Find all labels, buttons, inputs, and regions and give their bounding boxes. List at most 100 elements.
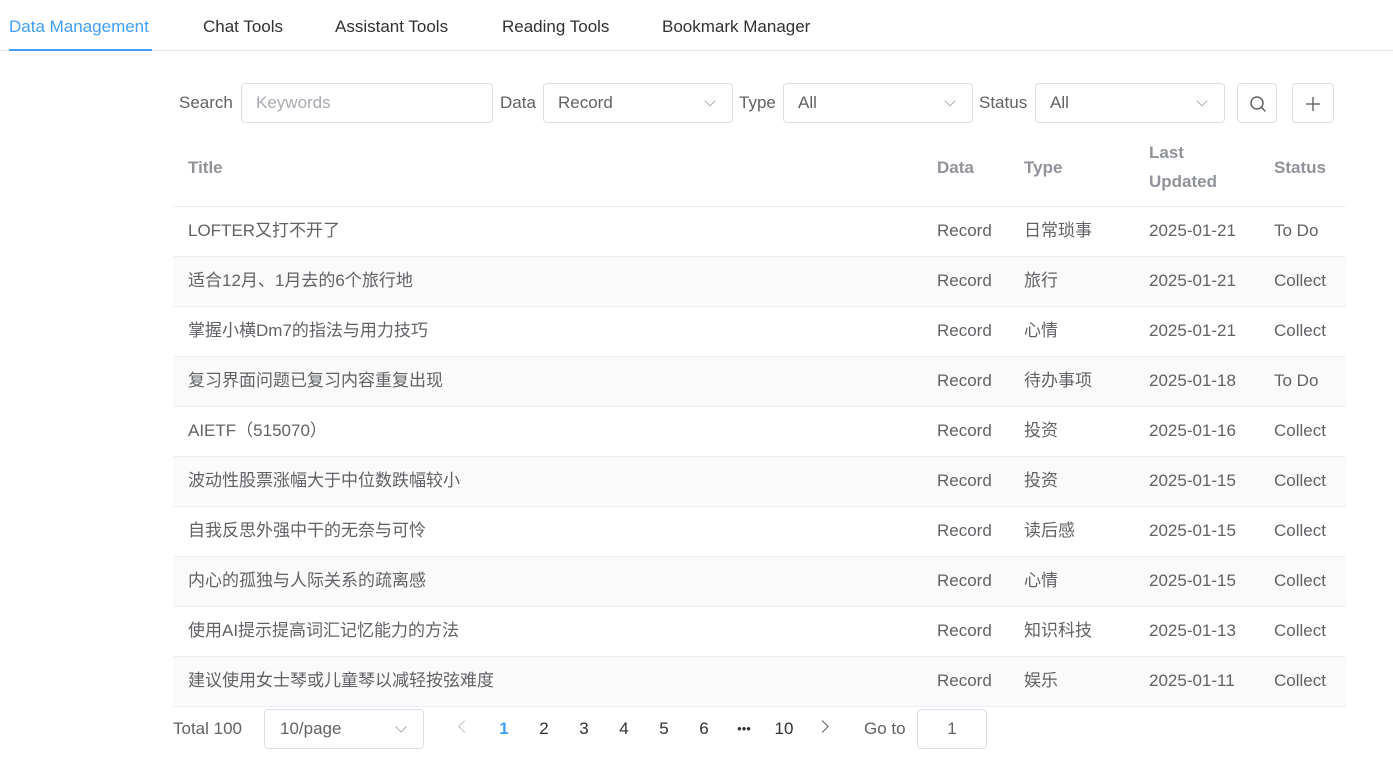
top-tabs: Data Management Chat Tools Assistant Too… [0, 0, 1393, 51]
prev-page-icon[interactable] [458, 720, 471, 733]
column-header-title[interactable]: Title [188, 153, 223, 182]
column-header-status[interactable]: Status [1274, 153, 1326, 182]
cell-status: To Do [1274, 371, 1319, 390]
column-header-data[interactable]: Data [937, 153, 974, 182]
more-pages-icon[interactable]: ••• [729, 708, 759, 750]
cell-updated: 2025-01-11 [1149, 671, 1235, 690]
cell-updated: 2025-01-16 [1149, 421, 1236, 440]
type-select-value: All [798, 93, 817, 112]
page-size-value: 10/page [280, 719, 342, 738]
cell-updated: 2025-01-21 [1149, 271, 1236, 290]
cell-type: 旅行 [1024, 271, 1058, 290]
search-label: Search [179, 93, 233, 112]
cell-status: Collect [1274, 471, 1326, 490]
page-size-select[interactable]: 10/page [264, 709, 424, 749]
pagination: Total 100 10/page 1 2 3 4 5 6 ••• 10 Go … [0, 708, 1393, 750]
table-row[interactable]: 内心的孤独与人际关系的疏离感 Record 心情 2025-01-15 Coll… [173, 557, 1346, 607]
add-button[interactable] [1292, 83, 1334, 123]
cell-title: 适合12月、1月去的6个旅行地 [188, 271, 413, 290]
page-4-button[interactable]: 4 [609, 708, 639, 750]
cell-title: 掌握小横Dm7的指法与用力技巧 [188, 321, 428, 340]
goto-page-input[interactable]: 1 [917, 709, 987, 749]
next-page-icon[interactable] [816, 720, 829, 733]
search-button[interactable] [1237, 83, 1277, 123]
cell-title: LOFTER又打不开了 [188, 221, 341, 240]
column-header-last-updated[interactable]: Last Updated [1149, 138, 1217, 196]
status-select-value: All [1050, 93, 1069, 112]
column-header-type[interactable]: Type [1024, 153, 1062, 182]
cell-title: 复习界面问题已复习内容重复出现 [188, 371, 443, 390]
records-table: Title Data Type Last Updated Status LOFT… [173, 128, 1346, 707]
page-3-button[interactable]: 3 [569, 708, 599, 750]
tab-data-management[interactable]: Data Management [9, 0, 149, 51]
status-select[interactable]: All [1035, 83, 1225, 123]
table-row[interactable]: 自我反思外强中干的无奈与可怜 Record 读后感 2025-01-15 Col… [173, 507, 1346, 557]
page-1-button[interactable]: 1 [489, 708, 519, 750]
cell-data: Record [937, 421, 992, 440]
cell-type: 投资 [1024, 421, 1058, 440]
table-row[interactable]: 使用AI提示提高词汇记忆能力的方法 Record 知识科技 2025-01-13… [173, 607, 1346, 657]
cell-data: Record [937, 621, 992, 640]
cell-title: 建议使用女士琴或儿童琴以减轻按弦难度 [188, 671, 494, 690]
pagination-total: Total 100 [173, 719, 242, 738]
cell-status: Collect [1274, 421, 1326, 440]
cell-data: Record [937, 521, 992, 540]
table-header: Title Data Type Last Updated Status [173, 128, 1346, 207]
cell-status: To Do [1274, 221, 1319, 240]
table-row[interactable]: 掌握小横Dm7的指法与用力技巧 Record 心情 2025-01-21 Col… [173, 307, 1346, 357]
cell-type: 读后感 [1024, 521, 1075, 540]
table-row[interactable]: 复习界面问题已复习内容重复出现 Record 待办事项 2025-01-18 T… [173, 357, 1346, 407]
cell-status: Collect [1274, 671, 1326, 690]
cell-status: Collect [1274, 271, 1326, 290]
cell-type: 投资 [1024, 471, 1058, 490]
tab-chat-tools[interactable]: Chat Tools [203, 0, 283, 51]
status-label: Status [979, 93, 1028, 112]
cell-updated: 2025-01-13 [1149, 621, 1236, 640]
cell-data: Record [937, 471, 992, 490]
search-icon [1250, 96, 1266, 112]
column-header-last-updated-line2: Updated [1149, 172, 1217, 191]
page-6-button[interactable]: 6 [689, 708, 719, 750]
cell-type: 娱乐 [1024, 671, 1058, 690]
table-row[interactable]: 建议使用女士琴或儿童琴以减轻按弦难度 Record 娱乐 2025-01-11 … [173, 657, 1346, 707]
cell-data: Record [937, 271, 992, 290]
cell-updated: 2025-01-15 [1149, 471, 1236, 490]
table-row[interactable]: LOFTER又打不开了 Record 日常琐事 2025-01-21 To Do [173, 207, 1346, 257]
cell-updated: 2025-01-15 [1149, 571, 1236, 590]
plus-icon [1306, 97, 1320, 111]
goto-label: Go to [864, 719, 906, 738]
cell-type: 知识科技 [1024, 621, 1092, 640]
cell-updated: 2025-01-21 [1149, 321, 1236, 340]
type-label: Type [739, 93, 776, 112]
page-5-button[interactable]: 5 [649, 708, 679, 750]
data-label: Data [500, 93, 536, 112]
chevron-down-icon [395, 721, 407, 733]
chevron-down-icon [1196, 95, 1208, 107]
data-select[interactable]: Record [543, 83, 733, 123]
cell-title: 自我反思外强中干的无奈与可怜 [188, 521, 426, 540]
cell-updated: 2025-01-18 [1149, 371, 1236, 390]
cell-status: Collect [1274, 321, 1326, 340]
cell-title: AIETF（515070） [188, 421, 327, 440]
table-row[interactable]: AIETF（515070） Record 投资 2025-01-16 Colle… [173, 407, 1346, 457]
cell-type: 心情 [1024, 571, 1058, 590]
cell-type: 日常琐事 [1024, 221, 1092, 240]
cell-data: Record [937, 371, 992, 390]
search-input[interactable] [241, 83, 493, 123]
tab-reading-tools[interactable]: Reading Tools [502, 0, 609, 51]
cell-data: Record [937, 221, 992, 240]
type-select[interactable]: All [783, 83, 973, 123]
cell-title: 使用AI提示提高词汇记忆能力的方法 [188, 621, 460, 640]
active-tab-indicator [9, 49, 152, 51]
tab-bookmark-manager[interactable]: Bookmark Manager [662, 0, 810, 51]
data-select-value: Record [558, 93, 613, 112]
chevron-down-icon [944, 95, 956, 107]
cell-data: Record [937, 571, 992, 590]
tab-assistant-tools[interactable]: Assistant Tools [335, 0, 448, 51]
table-row[interactable]: 波动性股票涨幅大于中位数跌幅较小 Record 投资 2025-01-15 Co… [173, 457, 1346, 507]
page-2-button[interactable]: 2 [529, 708, 559, 750]
page-10-button[interactable]: 10 [769, 708, 799, 750]
table-row[interactable]: 适合12月、1月去的6个旅行地 Record 旅行 2025-01-21 Col… [173, 257, 1346, 307]
cell-data: Record [937, 671, 992, 690]
cell-updated: 2025-01-21 [1149, 221, 1236, 240]
